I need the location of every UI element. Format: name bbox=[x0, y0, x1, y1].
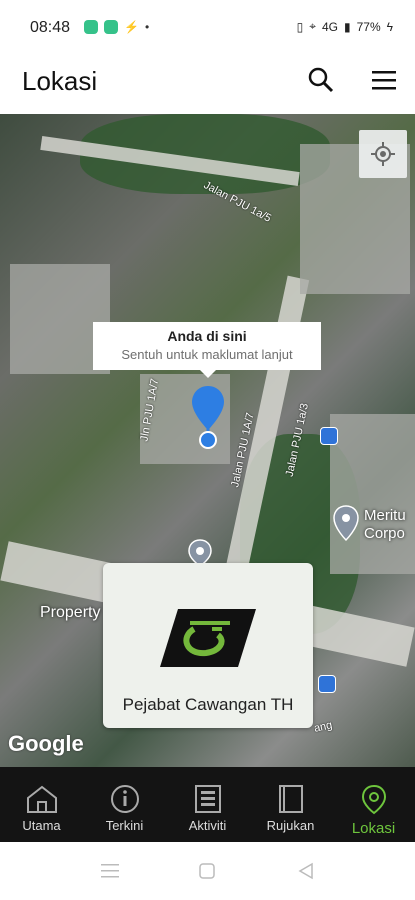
bus-stop-icon[interactable] bbox=[318, 675, 336, 693]
notification-dot: • bbox=[144, 20, 150, 34]
app-icon bbox=[104, 20, 118, 34]
current-location-pin[interactable] bbox=[190, 384, 226, 459]
signal-icon: ▮ bbox=[344, 19, 351, 34]
app-icon bbox=[84, 20, 98, 34]
callout-subtitle: Sentuh untuk maklumat lanjut bbox=[121, 347, 293, 362]
book-icon bbox=[278, 785, 303, 813]
nav-label: Rujukan bbox=[266, 818, 315, 833]
nav-label: Utama bbox=[22, 818, 61, 833]
poi-pin[interactable] bbox=[332, 504, 360, 547]
search-icon bbox=[308, 67, 334, 93]
page-title: Lokasi bbox=[22, 66, 98, 96]
status-bar: 08:48 ⚡ • ▯ ⌖ 4G ▮ 77% ϟ bbox=[0, 0, 415, 56]
system-navigation-bar bbox=[0, 842, 415, 900]
my-location-button[interactable] bbox=[359, 130, 407, 178]
bottom-navigation: Utama Terkini Aktiviti Rujukan Lokasi bbox=[0, 767, 415, 842]
vibrate-icon: ▯ bbox=[296, 19, 304, 34]
status-time: 08:48 bbox=[30, 19, 71, 36]
you-are-here-callout[interactable]: Anda di sini Sentuh untuk maklumat lanju… bbox=[93, 322, 321, 378]
location-icon bbox=[361, 784, 386, 815]
location-pin-icon bbox=[192, 386, 224, 449]
bus-stop-icon[interactable] bbox=[320, 427, 338, 445]
info-icon bbox=[110, 785, 139, 813]
app-header: Lokasi bbox=[0, 56, 415, 114]
crosshair-icon bbox=[371, 142, 395, 166]
location-status-icon: ⌖ bbox=[309, 19, 316, 33]
callout-title: Anda di sini bbox=[167, 328, 247, 344]
google-logo: Google bbox=[8, 731, 84, 756]
menu-icon bbox=[372, 71, 396, 90]
nav-item-terkini[interactable]: Terkini bbox=[83, 767, 166, 842]
nav-item-utama[interactable]: Utama bbox=[0, 767, 83, 842]
branch-card-label: Pejabat Cawangan TH bbox=[122, 695, 294, 714]
nav-label: Lokasi bbox=[351, 820, 396, 837]
charging-icon: ϟ bbox=[386, 19, 393, 34]
battery-level: 77% bbox=[356, 19, 381, 34]
nav-item-lokasi[interactable]: Lokasi bbox=[332, 767, 415, 842]
back-icon[interactable] bbox=[297, 862, 315, 880]
search-button[interactable] bbox=[305, 64, 337, 96]
home-icon bbox=[26, 785, 57, 813]
poi-label-property: Property bbox=[40, 604, 101, 621]
poi-pin-icon bbox=[333, 505, 359, 542]
network-label: 4G bbox=[321, 19, 338, 34]
activity-icon bbox=[194, 785, 221, 813]
nav-label: Aktiviti bbox=[188, 818, 227, 833]
nav-label: Terkini bbox=[105, 818, 144, 833]
status-indicators: ▯ ⌖ 4G ▮ 77% ϟ bbox=[297, 19, 393, 34]
status-app-icons: ⚡ • bbox=[84, 20, 149, 34]
poi-label-meritus: Meritu Corpo bbox=[364, 507, 406, 542]
map-view[interactable]: Jalan PJU 1a/5 Jln PJU 1A/7 Jalan PJU 1A… bbox=[0, 114, 415, 767]
road-label: ang bbox=[312, 719, 334, 735]
menu-button[interactable] bbox=[368, 64, 400, 96]
callout-tail bbox=[200, 370, 216, 378]
map-building bbox=[330, 414, 415, 574]
branch-info-card[interactable]: Pejabat Cawangan TH bbox=[103, 563, 313, 728]
th-logo-icon bbox=[160, 609, 256, 667]
home-nav-icon[interactable] bbox=[198, 862, 216, 880]
recent-apps-icon[interactable] bbox=[100, 862, 120, 880]
nav-item-aktiviti[interactable]: Aktiviti bbox=[166, 767, 249, 842]
app-icon: ⚡ bbox=[124, 20, 139, 34]
nav-item-rujukan[interactable]: Rujukan bbox=[249, 767, 332, 842]
